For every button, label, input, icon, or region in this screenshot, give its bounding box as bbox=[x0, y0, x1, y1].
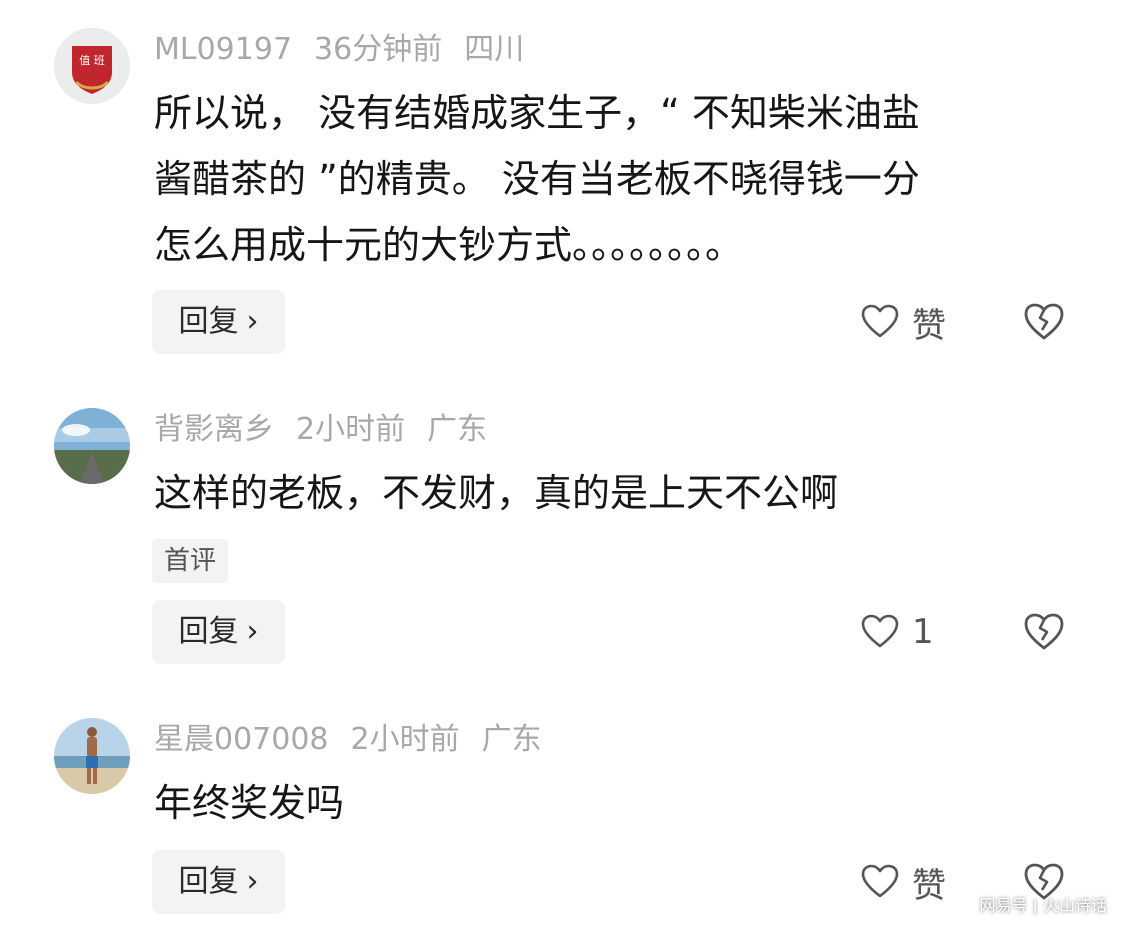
like-count: 1 bbox=[912, 612, 934, 652]
username[interactable]: 背影离乡 bbox=[154, 412, 274, 447]
comment-line: 酱醋茶的 ”的精贵。 没有当老板不晓得钱一分 bbox=[154, 157, 920, 201]
landscape-avatar-icon bbox=[54, 408, 130, 484]
username[interactable]: 星晨007008 bbox=[154, 722, 329, 757]
avatar[interactable] bbox=[54, 718, 130, 794]
chevron-right-icon: › bbox=[246, 614, 259, 649]
location: 广东 bbox=[427, 412, 488, 447]
reply-label: 回复 bbox=[178, 614, 239, 649]
comment-meta: 星晨007008 2小时前 广东 bbox=[154, 720, 564, 760]
broken-heart-icon bbox=[1024, 303, 1064, 340]
avatar[interactable]: 值 班 bbox=[54, 28, 130, 104]
comment-meta: ML09197 36分钟前 四川 bbox=[154, 30, 546, 70]
reply-label: 回复 bbox=[178, 304, 239, 339]
dislike-button[interactable] bbox=[1022, 610, 1066, 654]
username[interactable]: ML09197 bbox=[154, 32, 292, 67]
beach-person-avatar-icon bbox=[54, 718, 130, 794]
location: 广东 bbox=[481, 722, 542, 757]
comment-line: 年终奖发吗 bbox=[154, 781, 345, 825]
avatar-text: 值 班 bbox=[79, 54, 105, 67]
like-count: 赞 bbox=[912, 305, 946, 346]
heart-outline-icon bbox=[861, 864, 899, 898]
like-button[interactable]: 1 bbox=[860, 608, 934, 656]
timestamp: 2小时前 bbox=[350, 722, 460, 757]
watermark: 网易号 | 火山诗话 bbox=[979, 896, 1107, 915]
heart-outline-icon bbox=[861, 304, 899, 338]
reply-button[interactable]: 回复 › bbox=[152, 600, 285, 664]
reply-button[interactable]: 回复 › bbox=[152, 290, 285, 354]
comment-text: 所以说， 没有结婚成家生子，“ 不知柴米油盐 酱醋茶的 ”的精贵。 没有当老板不… bbox=[154, 80, 1054, 278]
avatar[interactable] bbox=[54, 408, 130, 484]
first-comment-badge: 首评 bbox=[152, 539, 229, 583]
location: 四川 bbox=[464, 32, 525, 67]
chevron-right-icon: › bbox=[246, 304, 259, 339]
comment-text: 这样的老板，不发财，真的是上天不公啊 bbox=[154, 460, 1054, 526]
badge-avatar-icon: 值 班 bbox=[54, 28, 130, 104]
reply-button[interactable]: 回复 › bbox=[152, 850, 285, 914]
chevron-right-icon: › bbox=[246, 864, 259, 899]
comment-line: 所以说， 没有结婚成家生子，“ 不知柴米油盐 bbox=[154, 91, 920, 135]
like-count: 赞 bbox=[912, 865, 946, 906]
reply-label: 回复 bbox=[178, 864, 239, 899]
heart-outline-icon bbox=[861, 614, 899, 648]
comment-meta: 背影离乡 2小时前 广东 bbox=[154, 410, 509, 450]
like-button[interactable]: 赞 bbox=[860, 298, 946, 346]
like-button[interactable]: 赞 bbox=[860, 858, 946, 906]
timestamp: 2小时前 bbox=[296, 412, 406, 447]
comment-line: 这样的老板，不发财，真的是上天不公啊 bbox=[154, 471, 839, 515]
dislike-button[interactable] bbox=[1022, 300, 1066, 344]
comment-line: 怎么用成十元的大钞方式。。。。。。。。 bbox=[154, 223, 744, 267]
comment-text: 年终奖发吗 bbox=[154, 770, 1054, 836]
broken-heart-icon bbox=[1024, 613, 1064, 650]
timestamp: 36分钟前 bbox=[314, 32, 443, 67]
